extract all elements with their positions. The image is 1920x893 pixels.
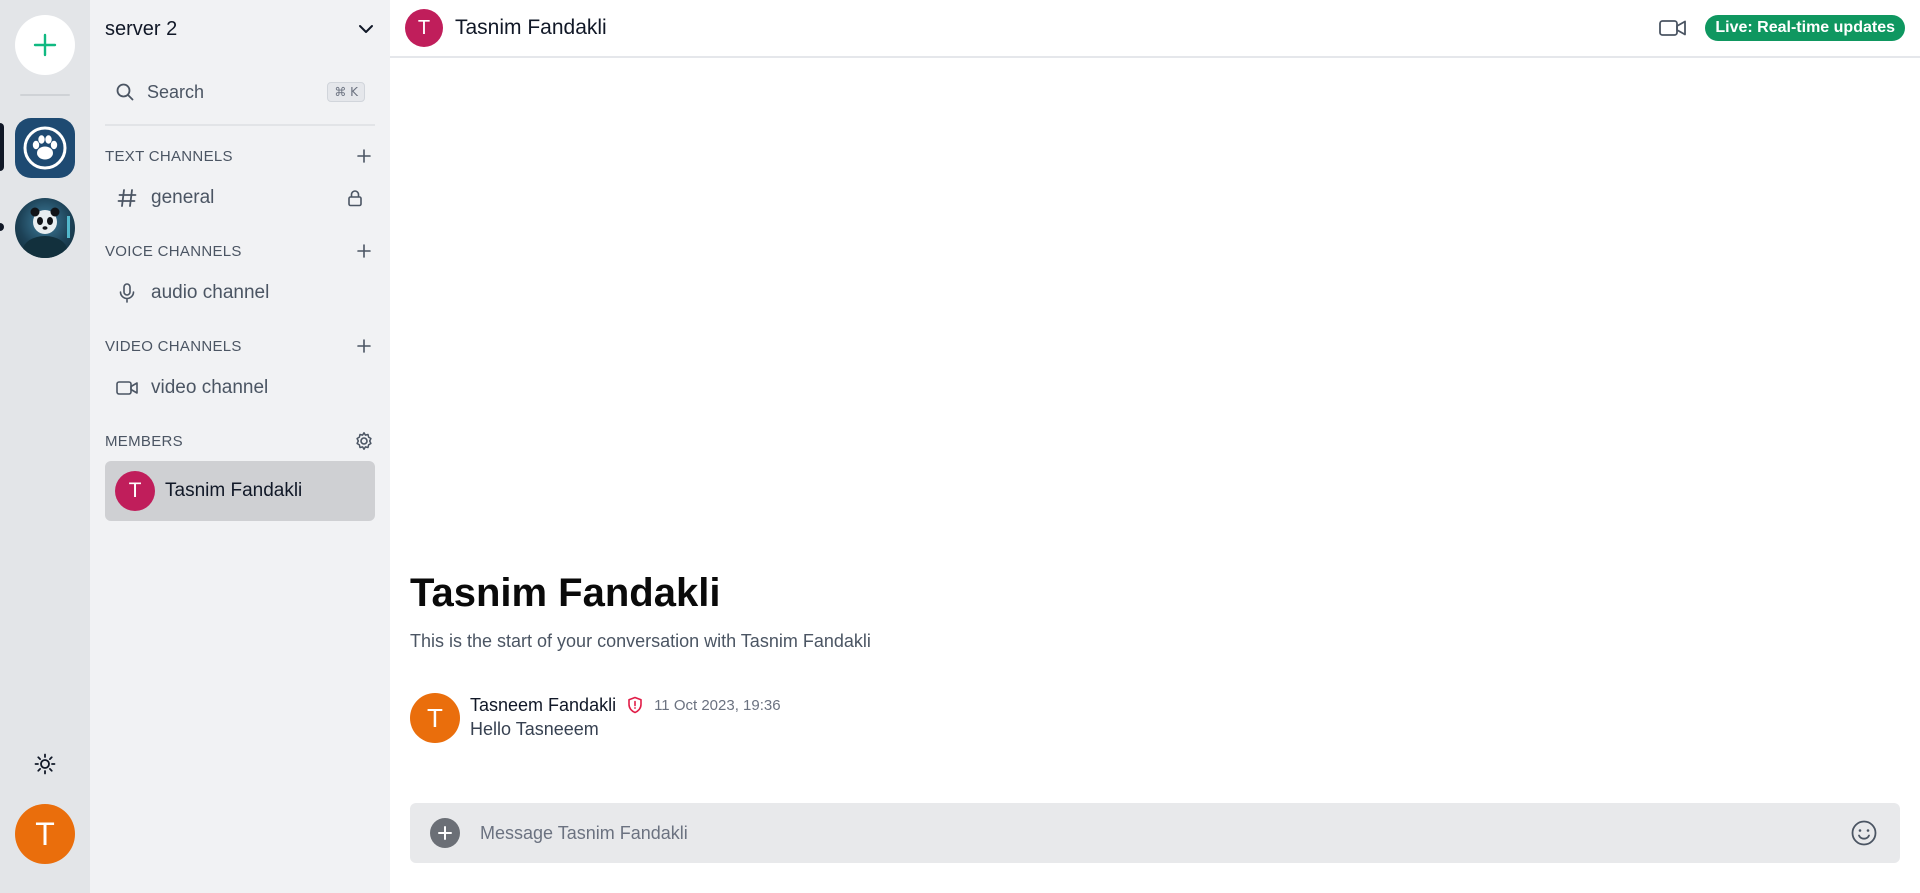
server-menu-button[interactable]: server 2 [90, 0, 390, 58]
voice-channels-header: VOICE CHANNELS [105, 239, 375, 263]
server-name: server 2 [105, 17, 178, 40]
shield-alert-icon [626, 696, 644, 714]
member-name: Tasnim Fandakli [165, 480, 303, 501]
chevron-down-icon [359, 25, 373, 33]
manage-members-button[interactable] [353, 430, 375, 452]
server-unread-indicator [0, 223, 4, 231]
server-rail: T [0, 0, 90, 893]
members-title: MEMBERS [105, 432, 183, 450]
message-text: Hello Tasneeem [470, 719, 599, 739]
message-header: Tasneem Fandakli 11 Oct 2023, 19:36 [470, 693, 781, 717]
text-channels-header: TEXT CHANNELS [105, 144, 375, 168]
member-item[interactable]: T Tasnim Fandakli [105, 461, 375, 521]
search-label: Search [147, 81, 205, 102]
channel-name: audio channel [151, 282, 270, 303]
search-icon [116, 83, 134, 101]
message-author[interactable]: Tasneem Fandakli [470, 695, 616, 716]
mic-icon [115, 281, 139, 305]
rail-separator [20, 94, 70, 96]
plus-icon [357, 339, 371, 353]
video-icon [115, 376, 139, 400]
plus-icon [438, 826, 452, 840]
channel-name: general [151, 187, 215, 208]
plus-icon [357, 149, 371, 163]
smile-icon [1851, 820, 1877, 846]
plus-icon [33, 33, 57, 57]
voice-channels-title: VOICE CHANNELS [105, 242, 242, 260]
search-shortcut-badge: ⌘ K [327, 82, 365, 102]
theme-toggle-button[interactable] [27, 746, 63, 782]
server-icon-panda[interactable] [15, 198, 75, 258]
message-input[interactable] [480, 813, 1848, 853]
video-channels-header: VIDEO CHANNELS [105, 334, 375, 358]
live-status-badge: Live: Real-time updates [1705, 15, 1905, 41]
sun-icon [34, 753, 56, 775]
create-voice-channel-button[interactable] [353, 240, 375, 262]
gear-icon [356, 432, 372, 450]
channel-name: video channel [151, 377, 269, 398]
channel-audio[interactable]: audio channel [105, 273, 375, 313]
add-server-button[interactable] [15, 15, 75, 75]
paw-logo-icon [23, 126, 67, 170]
conversation-panel: T Tasnim Fandakli Live: Real-time update… [390, 0, 1920, 893]
conversation-header: T Tasnim Fandakli Live: Real-time update… [390, 0, 1920, 58]
server-icon-paw[interactable] [15, 118, 75, 178]
message-item: T Tasneem Fandakli 11 Oct 2023, 19:36 He… [410, 693, 1900, 749]
channel-sidebar: server 2 Search ⌘ K TEXT CHANNELS genera… [90, 0, 390, 893]
header-title: Tasnim Fandakli [455, 16, 607, 39]
panda-avatar-icon [23, 207, 70, 258]
text-channels-title: TEXT CHANNELS [105, 147, 233, 165]
video-icon [1659, 20, 1687, 36]
message-avatar[interactable]: T [410, 693, 460, 743]
current-user-avatar[interactable]: T [15, 804, 75, 864]
create-video-channel-button[interactable] [353, 335, 375, 357]
hash-icon [115, 186, 139, 210]
start-video-call-button[interactable] [1655, 10, 1691, 46]
lock-icon [348, 190, 362, 207]
active-server-indicator [0, 123, 4, 171]
emoji-picker-button[interactable] [1848, 817, 1880, 849]
welcome-title: Tasnim Fandakli [410, 571, 721, 615]
attach-file-button[interactable] [430, 818, 460, 848]
message-timestamp: 11 Oct 2023, 19:36 [654, 696, 781, 714]
channel-video[interactable]: video channel [105, 368, 375, 408]
members-header: MEMBERS [105, 429, 375, 453]
create-text-channel-button[interactable] [353, 145, 375, 167]
plus-icon [357, 244, 371, 258]
search-button[interactable]: Search ⌘ K [105, 74, 375, 110]
message-body: Tasneem Fandakli 11 Oct 2023, 19:36 Hell… [470, 693, 781, 749]
video-channels-title: VIDEO CHANNELS [105, 337, 242, 355]
welcome-subtitle: This is the start of your conversation w… [410, 631, 871, 651]
header-avatar: T [405, 9, 443, 47]
message-composer [410, 803, 1900, 863]
channel-general[interactable]: general [105, 178, 375, 218]
member-avatar: T [115, 471, 155, 511]
sidebar-divider [105, 124, 375, 126]
